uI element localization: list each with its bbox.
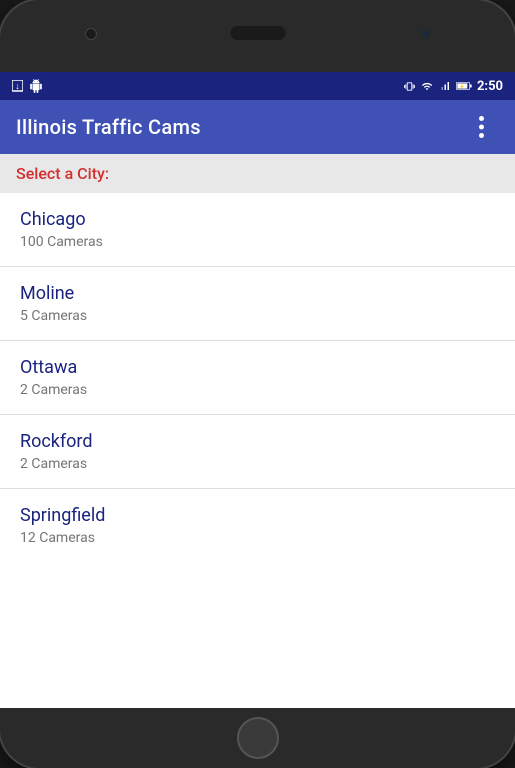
- city-list-item[interactable]: Springfield 12 Cameras: [0, 489, 515, 562]
- city-list-item[interactable]: Rockford 2 Cameras: [0, 415, 515, 489]
- download-icon: ↓: [12, 80, 23, 93]
- city-cameras-count: 2 Cameras: [20, 382, 495, 398]
- status-left-icons: ↓: [12, 79, 43, 93]
- earpiece-speaker: [230, 26, 285, 40]
- city-list-item[interactable]: Ottawa 2 Cameras: [0, 341, 515, 415]
- screen: ↓: [0, 72, 515, 708]
- top-bezel: [0, 0, 515, 72]
- svg-text:⚡: ⚡: [459, 83, 465, 90]
- phone-device: ↓: [0, 0, 515, 768]
- bottom-bezel: [0, 708, 515, 768]
- app-title: Illinois Traffic Cams: [16, 115, 201, 139]
- city-name: Chicago: [20, 209, 495, 230]
- city-name: Moline: [20, 283, 495, 304]
- city-list: Chicago 100 Cameras Moline 5 Cameras Ottawa 2…: [0, 193, 515, 708]
- city-cameras-count: 12 Cameras: [20, 530, 495, 546]
- svg-text:↓: ↓: [15, 81, 20, 91]
- city-name: Rockford: [20, 431, 495, 452]
- proximity-sensor: [422, 30, 430, 38]
- battery-icon: ⚡: [456, 80, 472, 92]
- city-cameras-count: 5 Cameras: [20, 308, 495, 324]
- city-name: Springfield: [20, 505, 495, 526]
- app-bar: Illinois Traffic Cams: [0, 100, 515, 154]
- status-time: 2:50: [477, 79, 503, 94]
- android-icon: [29, 79, 43, 93]
- city-cameras-count: 100 Cameras: [20, 234, 495, 250]
- signal-icon: [439, 80, 451, 92]
- section-header: Select a City:: [0, 154, 515, 193]
- vibrate-icon: [404, 80, 415, 93]
- city-cameras-count: 2 Cameras: [20, 456, 495, 472]
- city-list-item[interactable]: Chicago 100 Cameras: [0, 193, 515, 267]
- status-right-icons: ⚡ 2:50: [404, 79, 503, 94]
- front-camera: [85, 28, 97, 40]
- city-name: Ottawa: [20, 357, 495, 378]
- more-vert-icon[interactable]: [463, 109, 499, 145]
- status-bar: ↓: [0, 72, 515, 100]
- wifi-icon: [420, 81, 434, 92]
- home-button[interactable]: [237, 717, 279, 759]
- section-header-label: Select a City:: [16, 164, 109, 183]
- city-list-item[interactable]: Moline 5 Cameras: [0, 267, 515, 341]
